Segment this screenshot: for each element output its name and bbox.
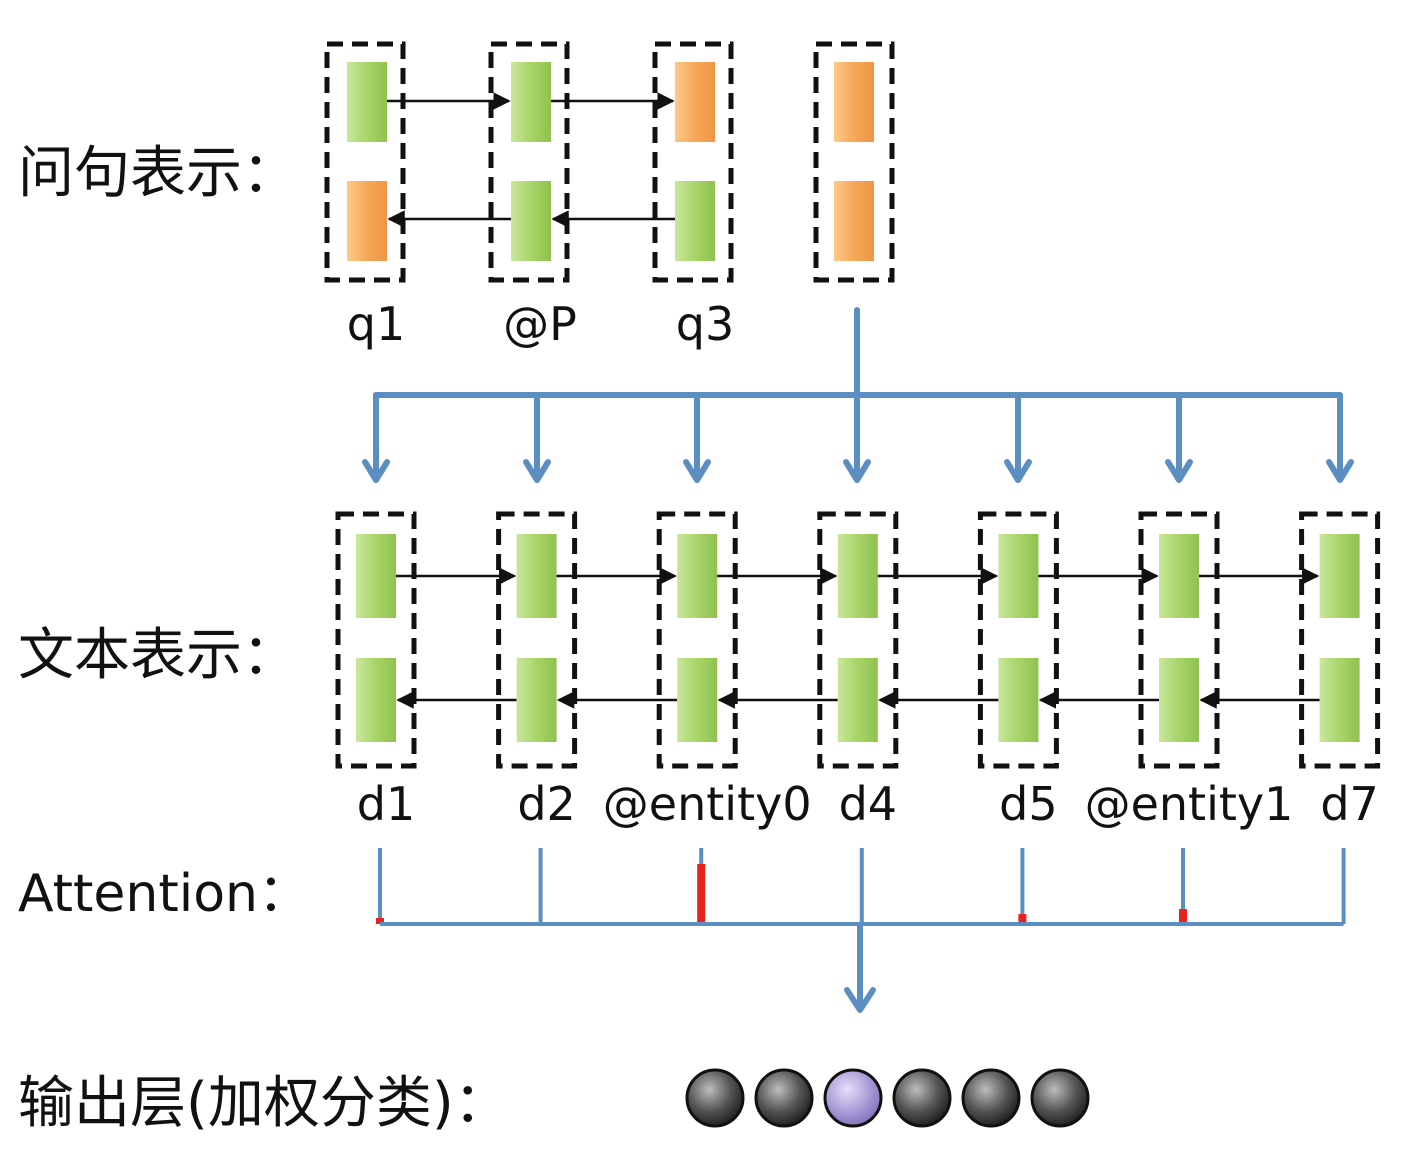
forward-hidden-cell bbox=[675, 62, 715, 142]
backward-hidden-cell bbox=[516, 658, 557, 742]
attention-layer bbox=[376, 848, 1346, 1013]
forward-hidden-cell bbox=[1159, 534, 1199, 618]
output-layer bbox=[685, 1068, 1090, 1128]
final-hidden-cell bbox=[834, 181, 874, 261]
forward-hidden-cell bbox=[1319, 534, 1360, 618]
output-class-node bbox=[961, 1068, 1021, 1128]
forward-hidden-cell bbox=[516, 534, 557, 618]
document-encoder: d1 d2 @entity0 d4 d5 @entity1 d7 bbox=[335, 511, 1381, 831]
forward-hidden-cell bbox=[677, 534, 718, 618]
document-token-label: d7 bbox=[1320, 777, 1378, 831]
output-class-node bbox=[823, 1068, 883, 1128]
document-token-label: d5 bbox=[999, 777, 1057, 831]
backward-hidden-cell bbox=[998, 658, 1039, 742]
backward-hidden-cell bbox=[511, 181, 551, 261]
attention-weight-bar bbox=[697, 864, 706, 924]
attention-weight-bar bbox=[1179, 909, 1187, 924]
backward-hidden-cell bbox=[677, 658, 718, 742]
attention-reader-diagram: q1 @P q3 d1 d2 @entity0 d4 d5 @entity1 d7 bbox=[324, 41, 1381, 1128]
connector-drops bbox=[362, 392, 1354, 483]
question-encoder: q1 @P q3 bbox=[324, 41, 895, 351]
output-class-node bbox=[685, 1068, 745, 1128]
document-token-label: d1 bbox=[357, 777, 415, 831]
document-token-label: d2 bbox=[517, 777, 575, 831]
backward-hidden-cell bbox=[837, 658, 878, 742]
backward-hidden-cell bbox=[1319, 658, 1360, 742]
backward-hidden-cell bbox=[1159, 658, 1199, 742]
forward-hidden-cell bbox=[356, 534, 396, 618]
output-class-node bbox=[754, 1068, 814, 1128]
forward-hidden-cell bbox=[511, 62, 551, 142]
question-token-label: q3 bbox=[676, 297, 734, 351]
document-token-label: @entity1 bbox=[1085, 777, 1294, 831]
backward-hidden-cell bbox=[356, 658, 396, 742]
output-class-node bbox=[892, 1068, 952, 1128]
question-token-label: q1 bbox=[347, 297, 405, 351]
backward-hidden-cell bbox=[675, 181, 715, 261]
document-token-label: d4 bbox=[839, 777, 897, 831]
forward-hidden-cell bbox=[998, 534, 1039, 618]
output-class-node bbox=[1030, 1068, 1090, 1128]
forward-hidden-cell bbox=[837, 534, 878, 618]
question-token-label: @P bbox=[503, 297, 577, 351]
forward-hidden-cell bbox=[347, 62, 387, 142]
backward-hidden-cell bbox=[347, 181, 387, 261]
document-token-label: @entity0 bbox=[603, 777, 812, 831]
final-hidden-cell bbox=[834, 62, 874, 142]
